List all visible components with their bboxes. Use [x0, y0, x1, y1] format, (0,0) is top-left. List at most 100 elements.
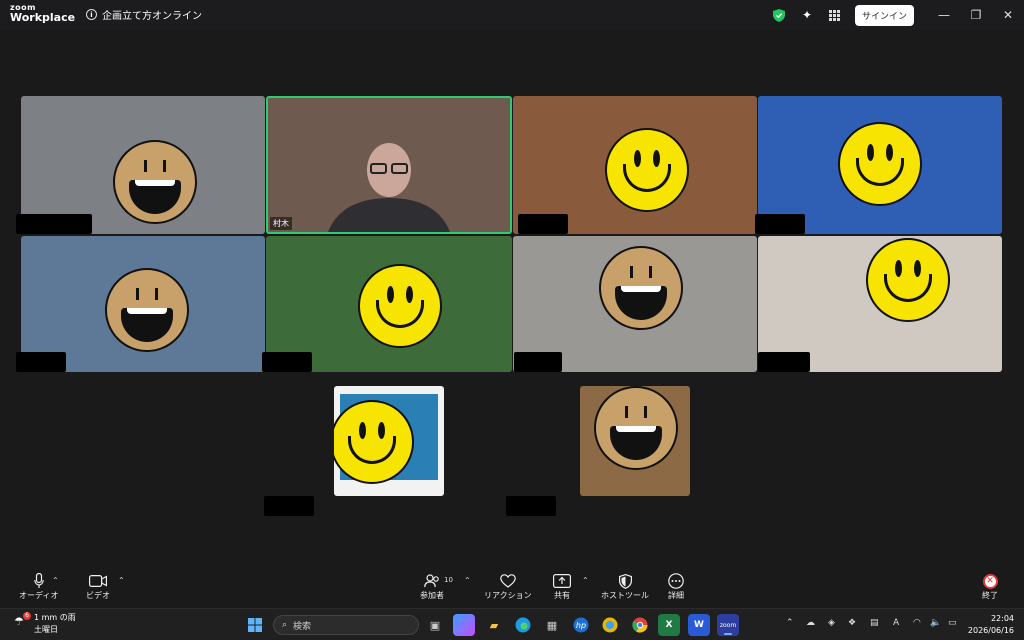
hp-icon[interactable]: hp [570, 614, 592, 636]
speaker-icon[interactable]: 🔈 [930, 618, 941, 628]
audio-options-caret-icon[interactable]: ⌃ [52, 576, 59, 585]
laughing-face-icon [113, 140, 197, 224]
zoom-app-icon[interactable]: zoom [717, 614, 739, 636]
clock-date: 2026/06/16 [967, 626, 1014, 635]
laughing-face-icon [594, 386, 678, 470]
clock-time: 22:04 [990, 614, 1014, 623]
participant-video [328, 143, 450, 232]
show-hidden-icons-icon[interactable]: ⌃ [786, 618, 794, 628]
participants-label: 参加者 [420, 591, 444, 600]
audio-label: オーディオ [19, 591, 59, 600]
participants-count: 10 [444, 576, 453, 584]
logo-line2: Workplace [10, 11, 76, 24]
meeting-toolbar: オーディオ ⌃ ビデオ ⌃ 参加者 10 ⌃ リアクション 共有 ⌃ ホストツー… [0, 568, 1024, 608]
smiley-face-icon [334, 400, 414, 484]
host-shield-icon [618, 572, 632, 590]
title-bar: zoom Workplace i 企画立て方オンライン ✦ サインイン — ❐ … [0, 0, 1024, 30]
video-tile-active-speaker[interactable]: 村木 [266, 96, 512, 234]
signin-button[interactable]: サインイン [854, 4, 914, 26]
more-dots-icon [668, 572, 684, 590]
apps-grid-icon[interactable] [821, 0, 849, 30]
weather-widget[interactable]: ☂ 6 1 mm の雨 土曜日 [14, 612, 76, 636]
close-icon[interactable]: ✕ [992, 0, 1024, 30]
participants-button[interactable]: 参加者 [420, 572, 444, 601]
reactions-button[interactable]: リアクション [484, 572, 532, 601]
laughing-face-icon [105, 268, 189, 352]
meeting-info[interactable]: i 企画立て方オンライン [86, 7, 202, 22]
video-tile[interactable] [334, 386, 444, 496]
windows-start-icon[interactable] [244, 614, 266, 636]
reactions-label: リアクション [484, 591, 532, 600]
info-icon[interactable]: i [86, 9, 97, 20]
task-view-icon[interactable]: ▣ [424, 614, 446, 636]
taskbar-search[interactable]: ⌕ 検索 [273, 615, 419, 635]
end-label: 終了 [982, 591, 998, 600]
share-button[interactable]: 共有 [553, 572, 571, 601]
colorful-app-icon[interactable] [599, 614, 621, 636]
redacted-nameplate [518, 214, 568, 234]
redacted-nameplate [262, 352, 312, 372]
file-explorer-icon[interactable]: ▰ [483, 614, 505, 636]
zoom-logo: zoom Workplace [10, 4, 76, 24]
more-label: 詳細 [668, 591, 684, 600]
system-clock[interactable]: 22:04 2026/06/16 [968, 613, 1014, 637]
weather-badge: 6 [23, 612, 31, 620]
search-icon: ⌕ [282, 620, 288, 630]
rain-umbrella-icon: ☂ [14, 615, 24, 628]
more-button[interactable]: 詳細 [668, 572, 684, 601]
laughing-face-icon [599, 246, 683, 330]
end-x-icon: ✕ [982, 573, 998, 589]
participant-name: 村木 [270, 217, 292, 230]
svg-text:hp: hp [576, 621, 586, 630]
edge-browser-icon[interactable] [512, 614, 534, 636]
heart-icon [499, 572, 516, 590]
host-tools-label: ホストツール [601, 591, 649, 600]
participants-icon [424, 572, 440, 590]
smiley-face-icon [866, 238, 950, 322]
video-camera-icon [89, 572, 107, 590]
battery-icon[interactable]: ▭ [948, 618, 957, 628]
store-icon[interactable]: ▦ [541, 614, 563, 636]
excel-icon[interactable]: X [658, 614, 680, 636]
share-options-caret-icon[interactable]: ⌃ [582, 576, 589, 585]
redacted-nameplate [755, 214, 805, 234]
smiley-face-icon [605, 128, 689, 212]
video-label: ビデオ [86, 591, 110, 600]
participants-options-caret-icon[interactable]: ⌃ [464, 576, 471, 585]
tray-app-icon[interactable]: ☁ [806, 618, 815, 628]
share-screen-icon [553, 572, 571, 590]
redacted-nameplate [514, 352, 562, 372]
copilot-icon[interactable] [453, 614, 475, 636]
host-tools-button[interactable]: ホストツール [601, 572, 649, 601]
share-label: 共有 [554, 591, 570, 600]
ime-indicator[interactable]: A [893, 618, 899, 628]
video-stage: 村木 [0, 30, 1024, 568]
video-button[interactable]: ビデオ [86, 572, 110, 601]
search-placeholder: 検索 [293, 621, 312, 632]
tray-shield-icon[interactable]: ◈ [828, 618, 835, 628]
ai-sparkle-icon[interactable]: ✦ [793, 0, 821, 30]
dropbox-icon[interactable]: ❖ [848, 618, 856, 628]
redacted-nameplate [506, 496, 556, 516]
tray-tool-icon[interactable]: ▤ [870, 618, 879, 628]
meeting-title: 企画立て方オンライン [102, 11, 202, 22]
chrome-icon[interactable] [629, 614, 651, 636]
smiley-face-icon [838, 122, 922, 206]
redacted-nameplate [264, 496, 314, 516]
redacted-nameplate [758, 352, 810, 372]
restore-icon[interactable]: ❐ [960, 0, 992, 30]
redacted-nameplate [16, 214, 92, 234]
word-icon[interactable]: W [688, 614, 710, 636]
wifi-icon[interactable]: ◠ [913, 618, 921, 628]
weather-text: 1 mm の雨 [34, 613, 76, 622]
video-options-caret-icon[interactable]: ⌃ [118, 576, 125, 585]
smiley-face-icon [358, 264, 442, 348]
minimize-icon[interactable]: — [928, 0, 960, 30]
microphone-icon [33, 572, 44, 590]
shield-icon[interactable] [765, 0, 793, 30]
end-meeting-button[interactable]: ✕ 終了 [982, 572, 998, 601]
video-tile[interactable] [580, 386, 690, 496]
weather-day: 土曜日 [34, 625, 58, 634]
redacted-nameplate [16, 352, 66, 372]
windows-taskbar: ☂ 6 1 mm の雨 土曜日 ⌕ 検索 ▣ ▰ ▦ hp X W zoom ⌃… [0, 608, 1024, 640]
